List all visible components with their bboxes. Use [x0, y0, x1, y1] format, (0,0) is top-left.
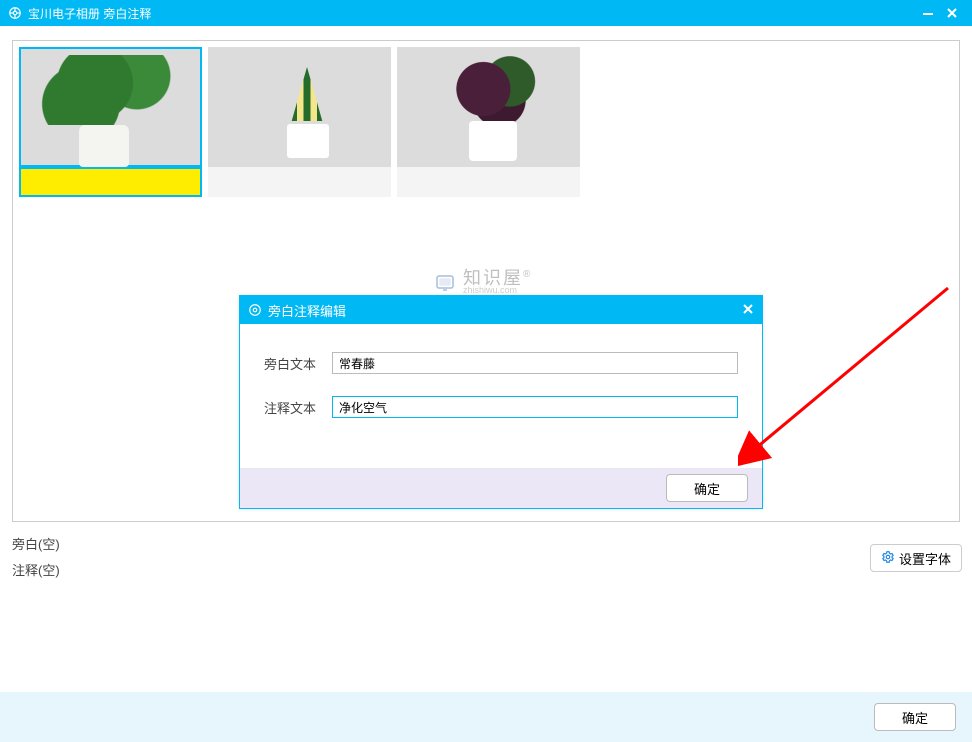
app-icon [8, 6, 22, 20]
thumbnail-image [397, 47, 580, 167]
watermark-sup: ® [523, 269, 532, 280]
footer-bar: 确定 [0, 692, 972, 742]
thumbnail-caption-bar [19, 167, 202, 197]
thumbnail-caption-bar [397, 167, 580, 197]
thumbnail-image [19, 47, 202, 167]
thumbnail-item[interactable] [208, 47, 391, 197]
font-settings-label: 设置字体 [899, 549, 951, 568]
annotation-text-row: 注释文本 [264, 396, 738, 418]
annotation-text-input[interactable] [332, 396, 738, 418]
aside-text-row: 旁白文本 [264, 352, 738, 374]
annotation-text-label: 注释文本 [264, 398, 332, 417]
thumbnail-image [208, 47, 391, 167]
info-section: 旁白(空) 注释(空) 设置字体 [12, 532, 962, 584]
aside-text-input[interactable] [332, 352, 738, 374]
dialog-close-button[interactable] [742, 302, 754, 318]
annotation-status-label: 注释(空) [12, 558, 870, 584]
gear-icon [881, 550, 895, 567]
aside-status-label: 旁白(空) [12, 532, 870, 558]
watermark-en: zhishiwu.com [463, 284, 532, 296]
close-button[interactable] [940, 0, 964, 26]
dialog-app-icon [248, 303, 262, 317]
thumbnail-caption-bar [208, 167, 391, 197]
dialog-footer: 确定 [240, 468, 762, 508]
thumbnail-item[interactable] [19, 47, 202, 197]
app-title: 宝川电子相册 旁白注释 [28, 5, 151, 22]
thumbnail-item[interactable] [397, 47, 580, 197]
font-settings-button[interactable]: 设置字体 [870, 544, 962, 572]
footer-ok-button[interactable]: 确定 [874, 703, 956, 731]
minimize-button[interactable] [916, 0, 940, 26]
dialog-title: 旁白注释编辑 [268, 301, 346, 320]
thumbnail-panel: 知识屋® zhishiwu.com 旁白注释编辑 旁白文本 注释文本 [12, 40, 960, 522]
thumbnail-row [13, 41, 959, 203]
dialog-body: 旁白文本 注释文本 [240, 324, 762, 468]
aside-text-label: 旁白文本 [264, 354, 332, 373]
watermark: 知识屋® zhishiwu.com [433, 269, 532, 296]
annotation-edit-dialog: 旁白注释编辑 旁白文本 注释文本 确定 [239, 295, 763, 509]
dialog-titlebar: 旁白注释编辑 [240, 296, 762, 324]
dialog-ok-button[interactable]: 确定 [666, 474, 748, 502]
titlebar: 宝川电子相册 旁白注释 [0, 0, 972, 26]
